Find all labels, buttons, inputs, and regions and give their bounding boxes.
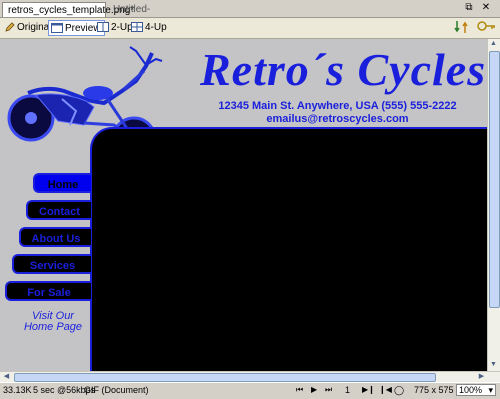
- scroll-left-icon[interactable]: ◀: [1, 372, 12, 382]
- last-frame-icon[interactable]: ⏭: [325, 385, 332, 395]
- four-up-icon: [131, 22, 143, 33]
- export-preview-icon[interactable]: [452, 20, 473, 36]
- four-up-label: 4-Up: [145, 22, 167, 33]
- nav-for-sale-button[interactable]: For Sale: [5, 281, 91, 301]
- nav-home-button[interactable]: Home: [33, 173, 91, 193]
- horizontal-scroll-thumb[interactable]: [14, 373, 436, 382]
- visit-home-link[interactable]: Visit Our Home Page: [20, 311, 86, 333]
- first-frame-icon[interactable]: ⏮: [296, 385, 303, 395]
- document-dimensions: 775 x 575: [414, 385, 454, 395]
- file-format: GIF (Document): [84, 385, 149, 395]
- pencil-icon: [5, 22, 15, 32]
- file-size: 33.13K: [3, 385, 32, 395]
- scroll-up-icon[interactable]: ▲: [488, 39, 499, 49]
- zoom-value: 100%: [459, 385, 483, 395]
- view-toolbar: Original Preview 2-Up 4-Up: [0, 18, 500, 39]
- play-icon[interactable]: ▶: [311, 385, 317, 394]
- preview-icon: [51, 23, 63, 34]
- tab-untitled-4[interactable]: Untitled-4.png*: [108, 2, 178, 30]
- two-up-icon: [97, 22, 109, 33]
- chevron-down-icon: ▾: [488, 385, 493, 395]
- original-label: Original: [17, 22, 52, 33]
- vertical-scroll-thumb[interactable]: [489, 51, 500, 308]
- document-canvas: Retro´s Cycles 12345 Main St. Anywhere, …: [0, 39, 487, 371]
- site-title: Retro´s Cycles: [200, 44, 487, 95]
- document-tab-bar: retros_cycles_template.png* Untitled-4.p…: [0, 0, 500, 30]
- four-up-button[interactable]: 4-Up: [129, 20, 170, 36]
- key-icon[interactable]: [475, 20, 500, 36]
- vertical-scrollbar[interactable]: ▲ ▼: [487, 39, 500, 371]
- loop-icon[interactable]: ◯: [394, 385, 404, 396]
- prev-frame-icon[interactable]: ❙◀: [379, 385, 392, 394]
- status-bar: 33.13K 5 sec @56kbps GIF (Document) ⏮ ▶ …: [0, 382, 500, 399]
- visit-line-2: Home Page: [23, 321, 83, 333]
- scroll-right-icon[interactable]: ▶: [476, 372, 487, 382]
- site-email[interactable]: emailus@retroscycles.com: [190, 113, 485, 125]
- nav-services-button[interactable]: Services: [12, 254, 91, 274]
- next-frame-icon[interactable]: ▶❙: [362, 385, 375, 394]
- restore-icon[interactable]: ⧉: [463, 2, 475, 14]
- zoom-select[interactable]: 100% ▾: [456, 384, 496, 396]
- nav-contact-button[interactable]: Contact: [26, 200, 91, 220]
- content-area: [90, 127, 487, 371]
- site-address: 12345 Main St. Anywhere, USA (555) 555-2…: [218, 100, 457, 112]
- tab-retros-cycles-template[interactable]: retros_cycles_template.png*: [2, 2, 134, 17]
- close-icon[interactable]: ✕: [480, 2, 492, 14]
- original-button[interactable]: Original: [3, 20, 54, 36]
- frame-number: 1: [345, 385, 351, 395]
- nav-about-us-button[interactable]: About Us: [19, 227, 91, 247]
- scroll-down-icon[interactable]: ▼: [488, 360, 499, 370]
- horizontal-scrollbar[interactable]: ◀ ▶: [0, 371, 500, 382]
